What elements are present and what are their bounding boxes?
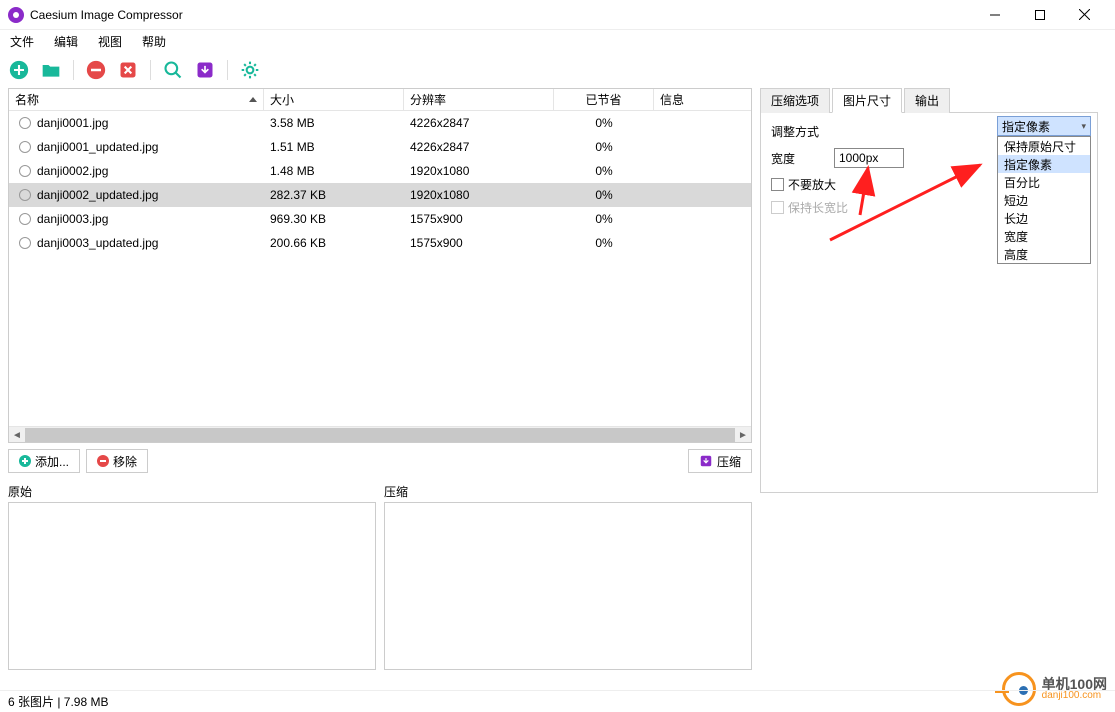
dropdown-option[interactable]: 短边 bbox=[998, 191, 1090, 209]
resize-panel: 调整方式 宽度 不要放大 保持长宽比 指定像素▾ 保持原始尺寸指定像素百分比短边… bbox=[760, 113, 1098, 493]
dropdown-option[interactable]: 宽度 bbox=[998, 227, 1090, 245]
status-bar: 6 张图片 | 7.98 MB bbox=[0, 690, 1115, 712]
menu-edit[interactable]: 编辑 bbox=[50, 31, 82, 52]
toolbar-divider bbox=[150, 60, 151, 80]
scroll-thumb[interactable] bbox=[25, 428, 735, 442]
window-title: Caesium Image Compressor bbox=[30, 8, 972, 22]
dropdown-option[interactable]: 长边 bbox=[998, 209, 1090, 227]
table-row[interactable]: danji0003.jpg969.30 KB1575x9000% bbox=[9, 207, 751, 231]
maximize-button[interactable] bbox=[1017, 1, 1062, 29]
menu-help[interactable]: 帮助 bbox=[138, 31, 170, 52]
toolbar bbox=[0, 52, 1115, 88]
preview-comp-box bbox=[384, 502, 752, 670]
add-folder-icon[interactable] bbox=[40, 59, 62, 81]
dropdown-option[interactable]: 高度 bbox=[998, 245, 1090, 263]
compress-icon[interactable] bbox=[194, 59, 216, 81]
col-res[interactable]: 分辨率 bbox=[404, 89, 554, 110]
mode-label: 调整方式 bbox=[771, 123, 826, 140]
remove-button[interactable]: 移除 bbox=[86, 449, 148, 473]
settings-icon[interactable] bbox=[239, 59, 261, 81]
search-icon[interactable] bbox=[162, 59, 184, 81]
file-icon bbox=[19, 141, 31, 153]
add-button[interactable]: 添加... bbox=[8, 449, 80, 473]
file-icon bbox=[19, 213, 31, 225]
preview-comp-label: 压缩 bbox=[384, 481, 752, 502]
dropdown-option[interactable]: 百分比 bbox=[998, 173, 1090, 191]
table-row[interactable]: danji0002.jpg1.48 MB1920x10800% bbox=[9, 159, 751, 183]
tab-compress[interactable]: 压缩选项 bbox=[760, 88, 830, 113]
file-icon bbox=[19, 237, 31, 249]
scroll-right-icon[interactable]: ► bbox=[735, 427, 751, 443]
preview-orig-box bbox=[8, 502, 376, 670]
table-header: 名称 大小 分辨率 已节省 信息 bbox=[9, 89, 751, 111]
app-logo-icon bbox=[8, 7, 24, 23]
tab-output[interactable]: 输出 bbox=[904, 88, 950, 113]
table-row[interactable]: danji0002_updated.jpg282.37 KB1920x10800… bbox=[9, 183, 751, 207]
add-file-icon[interactable] bbox=[8, 59, 30, 81]
table-row[interactable]: danji0003_updated.jpg200.66 KB1575x9000% bbox=[9, 231, 751, 255]
width-label: 宽度 bbox=[771, 150, 826, 167]
scroll-left-icon[interactable]: ◄ bbox=[9, 427, 25, 443]
tab-resize[interactable]: 图片尺寸 bbox=[832, 88, 902, 113]
file-icon bbox=[19, 117, 31, 129]
table-row[interactable]: danji0001_updated.jpg1.51 MB4226x28470% bbox=[9, 135, 751, 159]
titlebar: Caesium Image Compressor bbox=[0, 0, 1115, 30]
width-input[interactable] bbox=[834, 148, 904, 168]
col-size[interactable]: 大小 bbox=[264, 89, 404, 110]
preview-orig-label: 原始 bbox=[8, 481, 376, 502]
menu-file[interactable]: 文件 bbox=[6, 31, 38, 52]
clear-icon[interactable] bbox=[117, 59, 139, 81]
horizontal-scrollbar[interactable]: ◄ ► bbox=[9, 426, 751, 442]
watermark-text1: 单机100网 bbox=[1042, 677, 1107, 691]
dropdown-option[interactable]: 指定像素 bbox=[998, 155, 1090, 173]
file-icon bbox=[19, 189, 31, 201]
dropdown-options: 保持原始尺寸指定像素百分比短边长边宽度高度 bbox=[997, 136, 1091, 264]
file-table: 名称 大小 分辨率 已节省 信息 danji0001.jpg3.58 MB422… bbox=[8, 88, 752, 443]
menu-view[interactable]: 视图 bbox=[94, 31, 126, 52]
compress-button[interactable]: 压缩 bbox=[688, 449, 752, 473]
col-info[interactable]: 信息 bbox=[654, 89, 751, 110]
dropdown-option[interactable]: 保持原始尺寸 bbox=[998, 137, 1090, 155]
minimize-button[interactable] bbox=[972, 1, 1017, 29]
remove-icon[interactable] bbox=[85, 59, 107, 81]
col-saved[interactable]: 已节省 bbox=[554, 89, 654, 110]
menubar: 文件 编辑 视图 帮助 bbox=[0, 30, 1115, 52]
dropdown-selected[interactable]: 指定像素▾ bbox=[997, 116, 1091, 136]
file-icon bbox=[19, 165, 31, 177]
side-tabs: 压缩选项 图片尺寸 输出 bbox=[760, 88, 1098, 113]
mode-dropdown[interactable]: 指定像素▾ 保持原始尺寸指定像素百分比短边长边宽度高度 bbox=[997, 116, 1091, 264]
close-button[interactable] bbox=[1062, 1, 1107, 29]
table-row[interactable]: danji0001.jpg3.58 MB4226x28470% bbox=[9, 111, 751, 135]
toolbar-divider bbox=[73, 60, 74, 80]
toolbar-divider bbox=[227, 60, 228, 80]
col-name[interactable]: 名称 bbox=[9, 89, 264, 110]
chevron-down-icon: ▾ bbox=[1081, 121, 1086, 132]
